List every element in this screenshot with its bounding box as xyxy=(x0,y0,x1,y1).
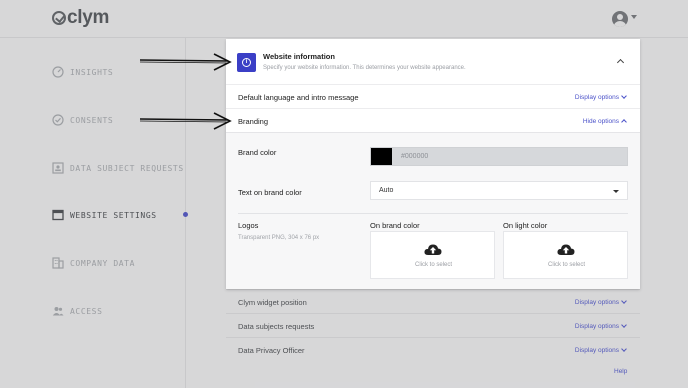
display-options-link[interactable]: Display options xyxy=(575,93,627,101)
info-icon: i xyxy=(237,53,256,72)
building-icon xyxy=(52,257,64,269)
chevron-down-icon xyxy=(621,298,627,304)
top-bar: clym xyxy=(0,0,688,38)
brand-color-label: Brand color xyxy=(238,148,277,157)
section-row-data-privacy-officer[interactable]: Data Privacy Officer Display options xyxy=(226,337,640,361)
section-label: Data Privacy Officer xyxy=(238,346,305,355)
card-title: Website information xyxy=(263,52,335,61)
brand-color-value: #000000 xyxy=(401,153,429,160)
person-card-icon xyxy=(52,162,64,174)
text-on-brand-label: Text on brand color xyxy=(238,188,302,197)
clym-logo[interactable]: clym xyxy=(52,7,109,29)
active-indicator-dot xyxy=(183,212,188,217)
upload-text: Click to select xyxy=(547,262,585,268)
website-settings-panel: Clym widget position Display options Dat… xyxy=(226,285,640,388)
cloud-upload-icon xyxy=(424,244,442,255)
display-options-link[interactable]: Display options xyxy=(575,346,627,354)
upload-on-light-logo[interactable]: Click to select xyxy=(503,231,628,279)
collapse-chevron-up-icon[interactable] xyxy=(616,58,625,67)
card-subtitle: Specify your website information. This d… xyxy=(263,65,466,71)
selected-value: Auto xyxy=(379,187,394,194)
help-link[interactable]: Help xyxy=(614,368,627,375)
logos-hint: Transparent PNG, 304 x 76 px xyxy=(238,235,320,241)
sidebar-item-label: INSIGHTS xyxy=(70,67,114,77)
sidebar-item-access[interactable]: ACCESS xyxy=(52,302,103,320)
browser-window-icon xyxy=(52,209,64,221)
chevron-down-icon xyxy=(621,346,627,352)
upload-text: Click to select xyxy=(414,262,452,268)
sidebar-item-insights[interactable]: INSIGHTS xyxy=(52,63,113,81)
account-menu-caret-icon[interactable] xyxy=(631,15,637,19)
section-label: Default language and intro message xyxy=(238,93,359,102)
section-label: Branding xyxy=(238,117,269,126)
chevron-down-icon xyxy=(621,322,627,328)
on-brand-color-label: On brand color xyxy=(370,221,420,230)
hide-options-link[interactable]: Hide options xyxy=(583,118,627,125)
display-options-link[interactable]: Display options xyxy=(575,322,627,330)
logos-label: Logos xyxy=(238,221,259,230)
section-label: Data subjects requests xyxy=(238,322,315,331)
color-swatch[interactable] xyxy=(371,148,392,165)
sidebar-item-consents[interactable]: CONSENTS xyxy=(52,111,113,129)
sidebar-item-label: DATA SUBJECT REQUESTS xyxy=(70,163,184,173)
section-row-widget-position[interactable]: Clym widget position Display options xyxy=(226,289,640,313)
section-row-data-subjects-requests[interactable]: Data subjects requests Display options xyxy=(226,313,640,337)
section-label: Clym widget position xyxy=(238,298,307,307)
upload-on-brand-logo[interactable]: Click to select xyxy=(370,231,495,279)
website-information-card: i Website information Specify your websi… xyxy=(226,39,640,289)
branding-options: Brand color #000000 Text on brand color … xyxy=(226,132,640,289)
section-row-branding[interactable]: Branding Hide options xyxy=(226,108,640,132)
on-light-color-label: On light color xyxy=(503,221,548,230)
sidebar-item-website-settings[interactable]: WEBSITE SETTINGS xyxy=(52,206,157,224)
users-icon xyxy=(52,307,64,316)
chevron-down-icon xyxy=(621,93,627,99)
brand-color-input[interactable]: #000000 xyxy=(370,147,628,166)
cloud-upload-icon xyxy=(557,244,575,255)
check-circle-icon xyxy=(52,114,64,126)
sidebar-item-company-data[interactable]: COMPANY DATA xyxy=(52,254,135,272)
divider xyxy=(238,213,628,214)
section-row-default-language[interactable]: Default language and intro message Displ… xyxy=(226,84,640,108)
text-on-brand-select[interactable]: Auto xyxy=(370,181,628,200)
gauge-icon xyxy=(52,66,64,78)
sidebar-item-label: WEBSITE SETTINGS xyxy=(70,210,157,220)
sidebar-item-label: CONSENTS xyxy=(70,115,114,125)
caret-down-icon xyxy=(613,190,619,193)
logo-text: clym xyxy=(67,7,110,28)
sidebar-item-label: ACCESS xyxy=(70,306,103,316)
display-options-link[interactable]: Display options xyxy=(575,298,627,306)
chevron-up-icon xyxy=(621,119,627,125)
user-avatar-icon[interactable] xyxy=(612,11,628,27)
clym-check-icon xyxy=(52,11,66,25)
sidebar-item-label: COMPANY DATA xyxy=(70,258,135,268)
sidebar-item-data-subject-requests[interactable]: DATA SUBJECT REQUESTS xyxy=(52,159,184,177)
